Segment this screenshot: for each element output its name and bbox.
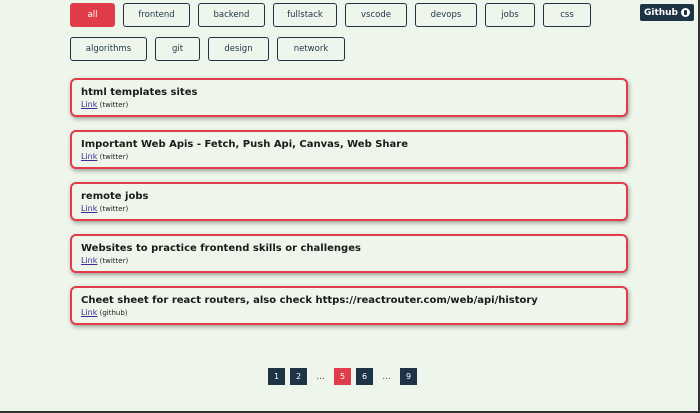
resource-meta: Link (twitter) (81, 256, 617, 266)
resource-meta: Link (github) (81, 308, 617, 318)
filter-vscode-button[interactable]: vscode (345, 3, 407, 27)
pagination-ellipsis: ... (316, 371, 325, 382)
page-1-button[interactable]: 1 (268, 368, 285, 385)
resource-link[interactable]: Link (81, 308, 97, 317)
resource-title: Cheet sheet for react routers, also chec… (81, 295, 538, 306)
resource-title: Important Web Apis - Fetch, Push Api, Ca… (81, 139, 409, 150)
resource-title: remote jobs (81, 191, 149, 202)
category-filters: all frontend backend fullstack vscode de… (70, 3, 610, 71)
filter-jobs-button[interactable]: jobs (485, 3, 535, 27)
resource-title: Websites to practice frontend skills or … (81, 243, 361, 254)
resource-link[interactable]: Link (81, 152, 97, 161)
resource-source: (twitter) (99, 101, 129, 109)
resource-list: html templates sites Link (twitter) Impo… (70, 78, 628, 338)
github-label: Github (643, 7, 678, 18)
filter-algorithms-button[interactable]: algorithms (70, 37, 147, 61)
resource-source: (twitter) (99, 153, 129, 161)
page-9-button[interactable]: 9 (400, 368, 417, 385)
github-link[interactable]: Github (639, 4, 694, 21)
page-6-button[interactable]: 6 (356, 368, 373, 385)
resource-title: html templates sites (81, 87, 198, 98)
resource-source: (github) (99, 309, 128, 317)
resource-card: html templates sites Link (twitter) (70, 78, 628, 117)
resource-meta: Link (twitter) (81, 204, 617, 214)
filter-row-1: all frontend backend fullstack vscode de… (70, 3, 610, 27)
page-5-button[interactable]: 5 (334, 368, 351, 385)
resource-source: (twitter) (99, 257, 129, 265)
filter-design-button[interactable]: design (208, 37, 269, 61)
resource-card: Cheet sheet for react routers, also chec… (70, 286, 628, 325)
filter-fullstack-button[interactable]: fullstack (273, 3, 337, 27)
resource-card: remote jobs Link (twitter) (70, 182, 628, 221)
filter-all-button[interactable]: all (70, 3, 115, 27)
resource-source: (twitter) (99, 205, 129, 213)
filter-frontend-button[interactable]: frontend (123, 3, 190, 27)
resource-card: Important Web Apis - Fetch, Push Api, Ca… (70, 130, 628, 169)
filter-git-button[interactable]: git (155, 37, 200, 61)
pagination: 1 2 ... 5 6 ... 9 (268, 368, 422, 385)
filter-network-button[interactable]: network (277, 37, 345, 61)
filter-devops-button[interactable]: devops (415, 3, 477, 27)
resource-meta: Link (twitter) (81, 152, 617, 162)
filter-backend-button[interactable]: backend (198, 3, 265, 27)
resource-link[interactable]: Link (81, 256, 97, 265)
resource-meta: Link (twitter) (81, 100, 617, 110)
resource-link[interactable]: Link (81, 204, 97, 213)
filter-row-2: algorithms git design network (70, 37, 610, 61)
github-icon (681, 8, 690, 17)
page-2-button[interactable]: 2 (290, 368, 307, 385)
resource-link[interactable]: Link (81, 100, 97, 109)
resource-card: Websites to practice frontend skills or … (70, 234, 628, 273)
filter-css-button[interactable]: css (543, 3, 591, 27)
pagination-ellipsis: ... (382, 371, 391, 382)
